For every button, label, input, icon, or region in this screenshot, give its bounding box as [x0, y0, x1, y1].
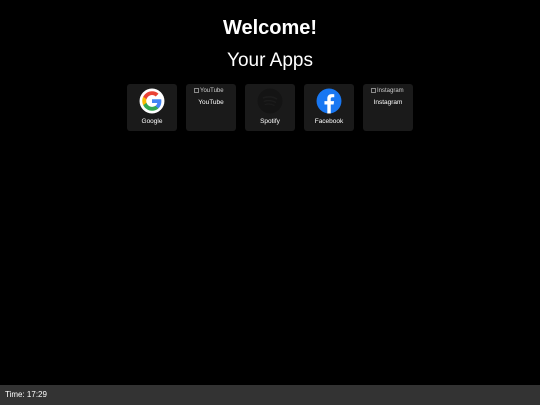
spotify-logo-icon	[257, 88, 283, 114]
welcome-heading: Welcome!	[222, 17, 318, 39]
apps-heading: Your Apps	[227, 50, 313, 71]
broken-image-icon: YouTube	[194, 88, 224, 95]
page: Welcome! Your Apps Google YouTube YouTub…	[0, 0, 540, 405]
app-tile-spotify[interactable]: Spotify	[245, 84, 295, 131]
google-logo-icon	[139, 88, 165, 114]
app-label-youtube: YouTube	[198, 99, 224, 106]
status-time: Time: 17:29	[5, 390, 47, 399]
app-tile-facebook[interactable]: Facebook	[304, 84, 354, 131]
app-label-instagram: Instagram	[373, 99, 403, 106]
status-bar: Time: 17:29	[0, 385, 540, 405]
youtube-image-alt: YouTube	[200, 88, 224, 95]
app-grid: Google YouTube YouTube Spotify Facebook …	[127, 84, 417, 132]
app-label-facebook: Facebook	[314, 118, 344, 125]
app-tile-instagram[interactable]: Instagram Instagram	[363, 84, 413, 131]
app-label-google: Google	[141, 118, 163, 125]
facebook-logo-icon	[316, 88, 342, 114]
app-label-spotify: Spotify	[260, 118, 280, 125]
instagram-image-alt: Instagram	[377, 88, 404, 95]
broken-image-icon: Instagram	[371, 88, 404, 95]
app-tile-google[interactable]: Google	[127, 84, 177, 131]
app-tile-youtube[interactable]: YouTube YouTube	[186, 84, 236, 131]
